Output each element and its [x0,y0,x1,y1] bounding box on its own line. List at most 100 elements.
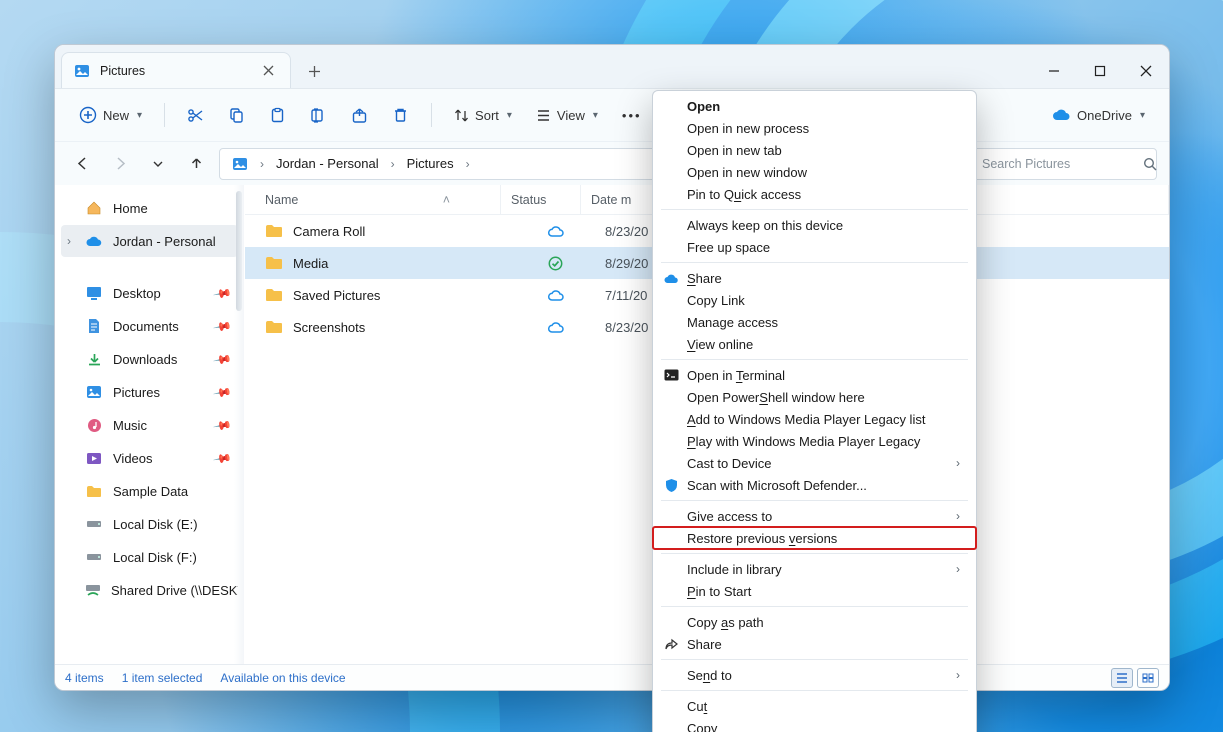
sidebar-item-music[interactable]: Music 📌 [61,409,238,441]
body: Home › Jordan - Personal Desktop 📌 Docum… [55,185,1169,664]
recent-button[interactable] [143,149,173,179]
toolbar: New ▾ Sort ▾ View ▾ ••• OneDrive ▾ [55,89,1169,141]
cut-button[interactable] [177,98,214,132]
shield-icon [662,478,680,493]
sidebar-personal[interactable]: › Jordan - Personal [61,225,238,257]
sidebar-home[interactable]: Home [61,192,238,224]
breadcrumb-pictures-label: Pictures [407,156,454,171]
ctx-open-new-process[interactable]: Open in new process [653,117,976,139]
copy-icon [228,107,245,124]
close-button[interactable] [1123,54,1169,88]
ctx-manage-access[interactable]: Manage access [653,311,976,333]
rename-button[interactable] [300,98,337,132]
chevron-right-icon[interactable]: › [258,157,266,171]
sidebar-item-label: Downloads [113,352,177,367]
ctx-cast[interactable]: Cast to Device› [653,452,976,474]
maximize-button[interactable] [1077,54,1123,88]
sort-button[interactable]: Sort ▾ [444,98,522,132]
desktop-icon [85,286,103,300]
new-tab-button[interactable] [297,54,331,88]
ctx-restore-previous-versions[interactable]: Restore previous versions [653,527,976,549]
ctx-open-terminal[interactable]: Open in Terminal [653,364,976,386]
sidebar-item-label: Music [113,418,147,433]
ctx-open[interactable]: Open [653,95,976,117]
cell-name: Camera Roll [259,224,515,239]
separator [661,262,968,263]
ctx-pin-start[interactable]: Pin to Start [653,580,976,602]
breadcrumb-root[interactable]: Jordan - Personal [270,149,385,179]
tab-pictures[interactable]: Pictures [61,52,291,88]
chevron-right-icon[interactable]: › [464,157,472,171]
search-box[interactable] [973,148,1157,180]
cell-name: Screenshots [259,320,515,335]
folder-icon [265,256,283,270]
thumbnails-view-button[interactable] [1137,668,1159,688]
ctx-share-2[interactable]: Share [653,633,976,655]
tab-close-button[interactable] [256,59,280,83]
sidebar-scrollbar[interactable] [236,191,242,658]
up-button[interactable] [181,149,211,179]
details-view-button[interactable] [1111,668,1133,688]
ctx-give-access[interactable]: Give access to› [653,505,976,527]
new-button[interactable]: New ▾ [69,98,152,132]
breadcrumb-root-icon[interactable] [226,149,254,179]
sidebar-item-pictures[interactable]: Pictures 📌 [61,376,238,408]
statusbar: 4 items 1 item selected Available on thi… [55,664,1169,690]
ctx-include-library[interactable]: Include in library› [653,558,976,580]
file-name: Media [293,256,328,271]
terminal-icon [662,369,680,381]
sidebar-item-disk-f[interactable]: Local Disk (F:) [61,541,238,573]
copy-button[interactable] [218,98,255,132]
sidebar-item-disk-e[interactable]: Local Disk (E:) [61,508,238,540]
ctx-copy-as-path[interactable]: Copy as path [653,611,976,633]
sidebar-item-shared-drive[interactable]: Shared Drive (\\DESKTOP- [61,574,238,606]
ctx-share[interactable]: Share [653,267,976,289]
ctx-cut[interactable]: Cut [653,695,976,717]
ctx-open-new-tab[interactable]: Open in new tab [653,139,976,161]
ctx-add-wmp[interactable]: Add to Windows Media Player Legacy list [653,408,976,430]
sidebar-item-desktop[interactable]: Desktop 📌 [61,277,238,309]
sidebar-item-documents[interactable]: Documents 📌 [61,310,238,342]
forward-button[interactable] [105,149,135,179]
view-label: View [557,108,585,123]
share-button[interactable] [341,98,378,132]
column-name[interactable]: Name ˄ [245,185,501,214]
sidebar-item-sample-data[interactable]: Sample Data [61,475,238,507]
ctx-label: Open in new process [687,121,809,136]
ctx-label: Restore previous versions [687,531,837,546]
minimize-button[interactable] [1031,54,1077,88]
ctx-label: Scan with Microsoft Defender... [687,478,867,493]
onedrive-button[interactable]: OneDrive ▾ [1041,98,1155,132]
nav-row: › Jordan - Personal › Pictures › [55,141,1169,185]
ctx-pin-quick[interactable]: Pin to Quick access [653,183,976,205]
cell-name: Media [259,256,515,271]
pin-icon: 📌 [213,349,233,369]
ctx-label: Copy [687,721,717,732]
search-input[interactable] [982,157,1143,171]
chevron-right-icon[interactable]: › [67,234,71,248]
ctx-copy[interactable]: Copy [653,717,976,732]
view-button[interactable]: View ▾ [526,98,608,132]
chevron-right-icon[interactable]: › [389,157,397,171]
ctx-send-to[interactable]: Send to› [653,664,976,686]
paste-button[interactable] [259,98,296,132]
cell-status [515,256,595,271]
ctx-copy-link[interactable]: Copy Link [653,289,976,311]
ctx-open-powershell[interactable]: Open PowerShell window here [653,386,976,408]
ctx-view-online[interactable]: View online [653,333,976,355]
ctx-scan-defender[interactable]: Scan with Microsoft Defender... [653,474,976,496]
ctx-play-wmp[interactable]: Play with Windows Media Player Legacy [653,430,976,452]
sidebar-item-videos[interactable]: Videos 📌 [61,442,238,474]
column-status[interactable]: Status [501,185,581,214]
cloud-icon [1051,108,1071,122]
delete-button[interactable] [382,98,419,132]
ctx-free-up[interactable]: Free up space [653,236,976,258]
ctx-always-keep[interactable]: Always keep on this device [653,214,976,236]
sidebar-item-downloads[interactable]: Downloads 📌 [61,343,238,375]
separator [661,209,968,210]
more-button[interactable]: ••• [612,98,652,132]
ctx-open-new-window[interactable]: Open in new window [653,161,976,183]
back-button[interactable] [67,149,97,179]
breadcrumb-pictures[interactable]: Pictures [401,149,460,179]
file-explorer-window: Pictures New ▾ [54,44,1170,691]
